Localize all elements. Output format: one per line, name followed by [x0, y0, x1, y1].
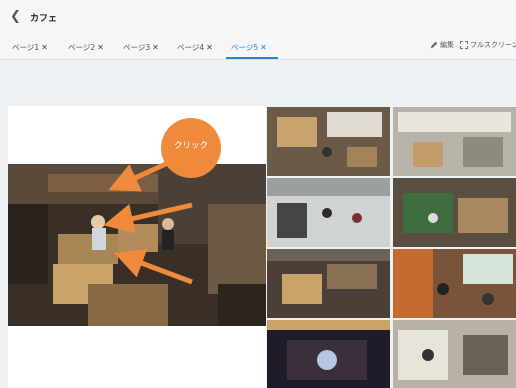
active-tab-indicator: [226, 57, 278, 59]
tab-page-1[interactable]: ページ1 ✕: [12, 40, 48, 54]
close-icon[interactable]: ✕: [41, 43, 48, 52]
camera-thumbnail[interactable]: [393, 320, 516, 388]
camera-thumbnail[interactable]: [393, 107, 516, 176]
cafe-scene-image: [393, 320, 516, 388]
main-camera-feed[interactable]: [8, 164, 266, 326]
camera-thumbnail[interactable]: [393, 249, 516, 318]
cafe-scene-image: [393, 107, 516, 176]
close-icon[interactable]: ✕: [97, 43, 104, 52]
tab-page-5[interactable]: ページ5 ✕: [231, 40, 267, 54]
content-toolbar-area: [0, 60, 516, 106]
camera-grid: [266, 106, 516, 388]
tab-label: ページ5: [231, 42, 259, 52]
tab-label: ページ2: [68, 42, 96, 52]
app-window: ❮ カフェ ページ1 ✕ ページ2 ✕ ページ3 ✕ ページ4 ✕ ページ5 ✕…: [0, 0, 516, 388]
close-icon[interactable]: ✕: [260, 43, 267, 52]
cafe-scene-image: [267, 178, 390, 247]
click-callout-label: クリック: [173, 141, 208, 151]
chevron-left-icon[interactable]: ❮: [10, 10, 24, 24]
pencil-icon: [430, 41, 438, 49]
cafe-scene-image: [267, 107, 390, 176]
fullscreen-label: フルスクリーン: [470, 41, 516, 49]
header: ❮ カフェ: [0, 0, 516, 34]
edit-button[interactable]: 編集: [430, 40, 454, 50]
tab-page-3[interactable]: ページ3 ✕: [123, 40, 159, 54]
cafe-scene-image: [393, 178, 516, 247]
camera-thumbnail[interactable]: [267, 107, 390, 176]
tab-label: ページ4: [177, 42, 205, 52]
camera-thumbnail[interactable]: [267, 320, 390, 388]
camera-thumbnail[interactable]: [393, 178, 516, 247]
tab-page-2[interactable]: ページ2 ✕: [68, 40, 104, 54]
edit-label: 編集: [440, 41, 454, 49]
page-title: カフェ: [30, 13, 58, 24]
cafe-scene-image: [267, 320, 390, 388]
cafe-scene-image: [267, 249, 390, 318]
click-callout: クリック: [161, 118, 221, 178]
tab-label: ページ3: [123, 42, 151, 52]
cafe-scene-image: [393, 249, 516, 318]
cafe-scene-image: [8, 164, 266, 326]
camera-thumbnail[interactable]: [267, 249, 390, 318]
tab-label: ページ1: [12, 42, 40, 52]
close-icon[interactable]: ✕: [152, 43, 159, 52]
fullscreen-button[interactable]: フルスクリーン: [460, 40, 516, 50]
camera-thumbnail[interactable]: [267, 178, 390, 247]
tab-page-4[interactable]: ページ4 ✕: [177, 40, 213, 54]
close-icon[interactable]: ✕: [206, 43, 213, 52]
fullscreen-icon: [460, 41, 468, 49]
